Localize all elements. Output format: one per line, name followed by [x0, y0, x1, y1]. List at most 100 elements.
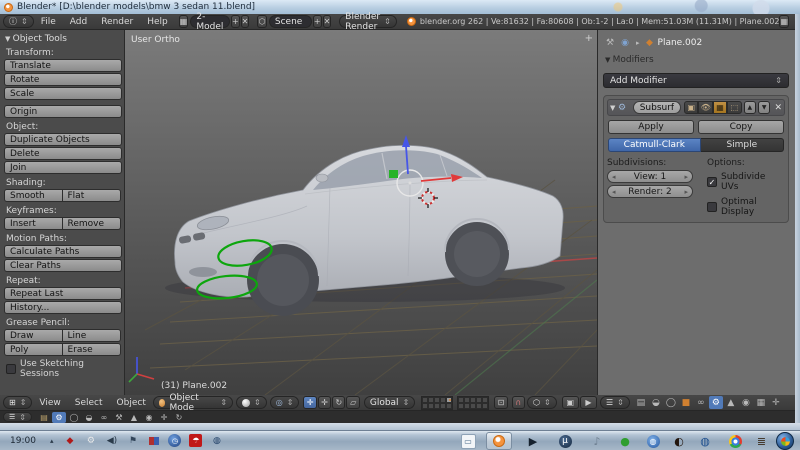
stepper-right-arrow[interactable]: ▸ [684, 188, 688, 196]
layer-grid-1[interactable] [421, 396, 453, 410]
smooth-button[interactable]: Smooth [4, 189, 63, 202]
history-button[interactable]: History... [4, 301, 122, 314]
object-tab-icon[interactable]: ■ [679, 396, 693, 409]
move-modifier-down-button[interactable]: ▼ [758, 101, 770, 114]
transform-orientation-selector[interactable]: Global [364, 396, 415, 409]
remove-keyframe-button[interactable]: Remove [63, 217, 122, 230]
show-hidden-icons-arrow[interactable]: ▴ [50, 437, 54, 445]
editor-type-selector-3dview[interactable]: ⊞ [3, 396, 32, 409]
scene-delete-button[interactable]: ✕ [323, 15, 332, 28]
menu-view[interactable]: View [32, 398, 67, 408]
lock-to-scene-icon[interactable]: ⊡ [494, 396, 507, 409]
taskbar-faint-app-button[interactable]: ♪ [584, 432, 610, 450]
taskbar-utorrent-button[interactable]: µ [552, 432, 578, 450]
viewport-shading-selector[interactable] [236, 396, 267, 409]
render-visibility-toggle[interactable]: ▣ [684, 101, 698, 114]
start-button[interactable] [776, 432, 794, 450]
stepper-right-arrow[interactable]: ▸ [684, 173, 688, 181]
region-expand-icon[interactable]: + [585, 33, 593, 44]
modifier-name-field[interactable]: Subsurf [633, 101, 681, 114]
taskbar-chrome-button[interactable] [722, 432, 748, 450]
grease-line-button[interactable]: Line [63, 329, 122, 342]
material-tab-icon-2[interactable]: ◉ [142, 412, 156, 423]
cage-toggle[interactable]: ⬚ [727, 101, 741, 114]
taskbar-blue-app-button[interactable]: ◍ [640, 432, 666, 450]
rotate-button[interactable]: Rotate [4, 73, 122, 86]
translate-button[interactable]: Translate [4, 59, 122, 72]
manipulator-y-handle[interactable] [389, 170, 398, 178]
manipulator-z-handle[interactable] [402, 135, 410, 147]
tray-network-icon[interactable] [147, 434, 160, 447]
tray-browser-globe-icon[interactable]: ◍ [210, 434, 223, 447]
taskbar-blender-button[interactable] [486, 432, 512, 450]
menu-select[interactable]: Select [68, 398, 110, 408]
material-tab-icon[interactable]: ◉ [739, 396, 753, 409]
copy-button[interactable]: Copy [698, 120, 784, 134]
render-tab-icon-2[interactable]: ▤ [37, 412, 51, 423]
layer-buttons[interactable] [421, 396, 493, 410]
menu-render[interactable]: Render [94, 17, 140, 27]
menu-add[interactable]: Add [63, 17, 94, 27]
flat-button[interactable]: Flat [63, 189, 122, 202]
physics-tab-icon-2[interactable]: ✛ [157, 412, 171, 423]
grease-draw-button[interactable]: Draw [4, 329, 63, 342]
tray-clock-app-icon[interactable]: ◷ [168, 434, 181, 447]
layout-delete-button[interactable]: ✕ [241, 15, 250, 28]
pivot-point-selector[interactable]: ◎ [270, 396, 300, 409]
texture-tab-icon[interactable]: ▦ [754, 396, 768, 409]
scene-icon[interactable]: ⬡ [257, 15, 267, 28]
taskbar-library-app-button[interactable]: ≣ [748, 432, 774, 450]
tray-settings-icon[interactable]: ⚙ [84, 434, 97, 447]
editmode-visibility-toggle[interactable]: ▦ [713, 101, 727, 114]
taskbar-clock[interactable]: 19:00 [10, 436, 36, 446]
taskbar-image-viewer-button[interactable]: ▭ [455, 432, 481, 450]
menu-object[interactable]: Object [110, 398, 153, 408]
modifiers-tab-icon[interactable]: ⚙ [709, 396, 723, 409]
scale-button[interactable]: Scale [4, 87, 122, 100]
tray-avira-icon[interactable]: ☂ [189, 434, 202, 447]
viewport-3d[interactable]: User Ortho (31) Plane.002 + [125, 30, 597, 395]
duplicate-objects-button[interactable]: Duplicate Objects [4, 133, 122, 146]
tray-action-center-flag-icon[interactable]: ⚑ [126, 434, 139, 447]
mode-selector[interactable]: Object Mode [153, 396, 233, 409]
taskbar-media-player-button[interactable]: ▶ [520, 432, 546, 450]
scene-selector[interactable]: Scene [269, 15, 312, 28]
layout-add-button[interactable]: + [231, 15, 240, 28]
editor-type-selector-bottom[interactable]: ☰ [3, 412, 32, 422]
editor-type-selector-properties[interactable]: ☰ [600, 396, 630, 409]
taskbar-swirl-app-button[interactable]: ◐ [666, 432, 692, 450]
catmull-clark-button[interactable]: Catmull-Clark [608, 138, 701, 152]
rotate-manipulator-toggle[interactable]: ↻ [332, 396, 345, 409]
subdivide-uvs-checkbox[interactable] [707, 177, 717, 187]
insert-keyframe-button[interactable]: Insert [4, 217, 63, 230]
tray-antivirus-icon[interactable]: ◆ [63, 434, 76, 447]
constraints-tab-icon[interactable]: ∞ [694, 396, 708, 409]
active-tab-icon-2[interactable]: ⚙ [52, 412, 66, 423]
data-tab-icon-2[interactable]: ▲ [127, 412, 141, 423]
menu-file[interactable]: File [34, 17, 63, 27]
object-tools-panel-title[interactable]: Object Tools [5, 34, 121, 44]
tools-tab-icon-2[interactable]: ⚒ [112, 412, 126, 423]
repeat-last-button[interactable]: Repeat Last [4, 287, 122, 300]
render-tab-icon[interactable]: ▤ [634, 396, 648, 409]
origin-button[interactable]: Origin [4, 105, 122, 118]
move-modifier-up-button[interactable]: ▲ [744, 101, 756, 114]
taskbar-green-app-button[interactable]: ● [612, 432, 638, 450]
data-tab-icon[interactable]: ▲ [724, 396, 738, 409]
grease-poly-button[interactable]: Poly [4, 343, 63, 356]
outliner-corner-icon[interactable]: ▦ [779, 15, 789, 28]
clear-paths-button[interactable]: Clear Paths [4, 259, 122, 272]
taskbar-globe-app-button[interactable]: ◍ [692, 432, 718, 450]
physics-tab-icon[interactable]: ✛ [769, 396, 783, 409]
constraints-tab-icon-2[interactable]: ∞ [97, 412, 111, 423]
world-tab-icon-2[interactable]: ◯ [67, 412, 81, 423]
simple-button[interactable]: Simple [701, 138, 784, 152]
join-button[interactable]: Join [4, 161, 122, 174]
manipulator-toggle[interactable]: ✛ [303, 396, 316, 409]
breadcrumb-object-name[interactable]: Plane.002 [658, 38, 703, 48]
apply-button[interactable]: Apply [608, 120, 694, 134]
screen-layout-icon[interactable]: ▦ [179, 15, 189, 28]
scene-tab-icon[interactable]: ◒ [649, 396, 663, 409]
stepper-left-arrow[interactable]: ◂ [612, 188, 616, 196]
delete-button[interactable]: Delete [4, 147, 122, 160]
